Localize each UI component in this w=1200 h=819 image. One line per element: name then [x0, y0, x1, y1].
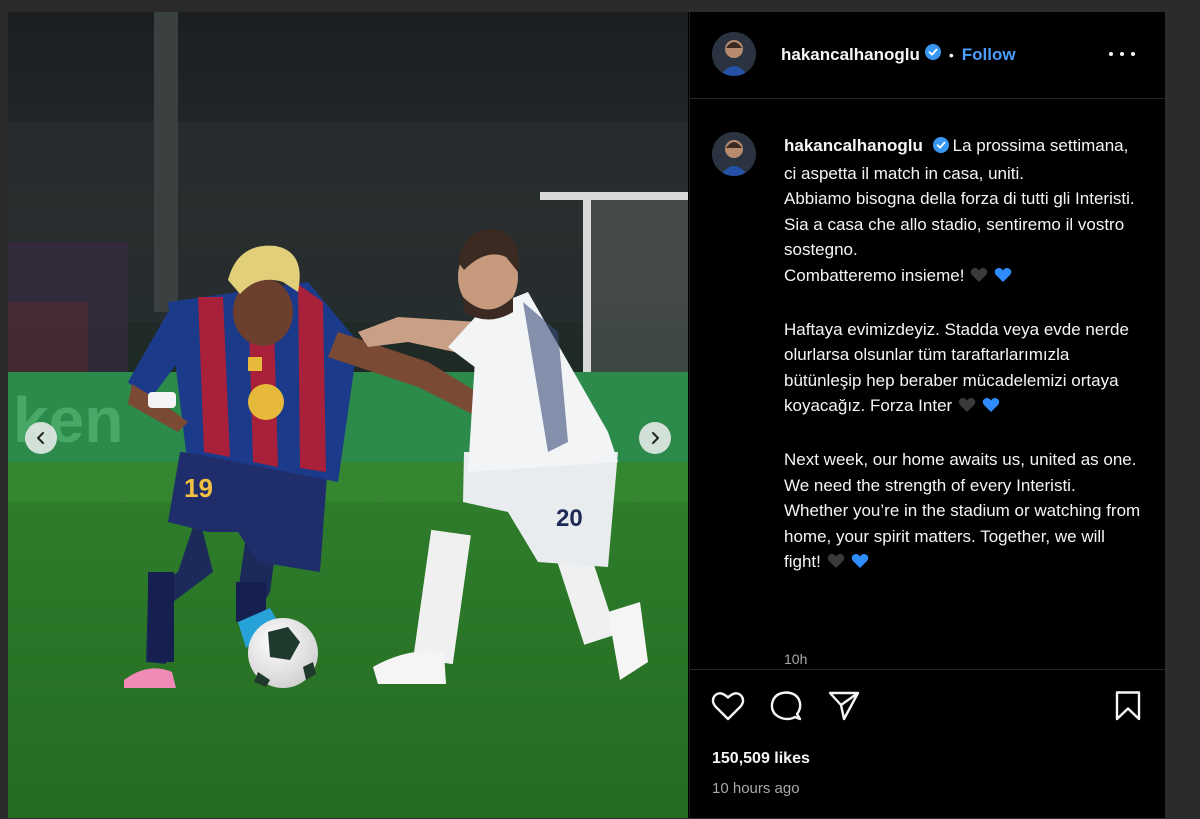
hearts-emoji: [958, 395, 1006, 421]
verified-badge-icon: [924, 44, 941, 65]
post-header: hakancalhanoglu • Follow: [690, 12, 1165, 99]
chevron-right-icon: [652, 432, 659, 444]
post-timestamp: 10 hours ago: [712, 780, 800, 797]
caption-text: Combatteremo insieme!: [784, 265, 965, 285]
bookmark-icon: [1115, 691, 1141, 721]
share-button[interactable]: [827, 690, 861, 727]
like-button[interactable]: [711, 690, 745, 727]
avatar[interactable]: [712, 32, 756, 76]
black-heart-icon: [971, 268, 988, 282]
more-options-button[interactable]: [1109, 44, 1135, 64]
caption-italian-line-1: hakancalhanoglu La prossima settimana, c…: [784, 133, 1144, 186]
black-heart-icon: [958, 398, 976, 413]
header-separator: •: [948, 46, 954, 63]
caption-english: Next week, our home awaits us, united as…: [784, 447, 1144, 577]
carousel-next-button[interactable]: [639, 422, 671, 454]
paper-plane-icon: [828, 691, 860, 721]
black-heart-icon: [827, 554, 845, 569]
hearts-emoji: [827, 551, 875, 577]
post-side-panel: hakancalhanoglu • Follow hakancalhanoglu…: [689, 12, 1165, 818]
caption-text: Haftaya evimizdeyiz. Stadda veya evde ne…: [784, 319, 1129, 416]
caption-italian-line-4: Combatteremo insieme!: [784, 263, 1144, 291]
player-right-number: 20: [556, 505, 583, 532]
profile-picture-icon: [712, 132, 756, 176]
likes-count[interactable]: 150,509 likes: [712, 750, 810, 768]
post-actions: 150,509 likes 10 hours ago: [690, 669, 1165, 819]
chevron-left-icon: [37, 432, 44, 444]
carousel-prev-button[interactable]: [25, 422, 57, 454]
comment-button[interactable]: [769, 690, 803, 727]
caption-timestamp[interactable]: 10h: [784, 651, 807, 667]
post-window: ken 19 20 hakancalhanoglu • Follow hakan…: [8, 12, 1165, 818]
caption-username[interactable]: hakancalhanoglu: [784, 136, 923, 155]
post-photo[interactable]: ken 19 20: [8, 12, 688, 818]
verified-badge-icon: [932, 135, 949, 161]
caption-italian-line-3: Sia a casa che allo stadio, sentiremo il…: [784, 214, 1125, 260]
heart-outline-icon: [711, 692, 745, 721]
blue-heart-icon: [995, 268, 1012, 282]
avatar[interactable]: [712, 132, 756, 176]
post-caption: hakancalhanoglu La prossima settimana, c…: [784, 133, 1144, 577]
more-dots-icon: [1120, 52, 1124, 56]
caption-italian-line-2: Abbiamo bisogna della forza di tutti gli…: [784, 189, 1135, 209]
follow-button[interactable]: Follow: [962, 45, 1016, 65]
caption-section: hakancalhanoglu La prossima settimana, c…: [690, 99, 1165, 669]
football-photo-illustration: ken 19 20: [8, 12, 688, 818]
blue-heart-icon: [851, 554, 869, 569]
more-dots-icon: [1131, 52, 1135, 56]
football-illustration: [248, 618, 318, 688]
profile-picture-icon: [712, 32, 756, 76]
save-button[interactable]: [1113, 690, 1143, 727]
caption-turkish: Haftaya evimizdeyiz. Stadda veya evde ne…: [784, 317, 1144, 421]
player-left-number: 19: [184, 473, 213, 503]
blue-heart-icon: [982, 398, 1000, 413]
comment-bubble-icon: [770, 691, 802, 721]
more-dots-icon: [1109, 52, 1113, 56]
header-username[interactable]: hakancalhanoglu: [781, 45, 920, 65]
header-user-row: hakancalhanoglu • Follow: [781, 44, 1016, 65]
hearts-emoji: [970, 265, 1018, 291]
